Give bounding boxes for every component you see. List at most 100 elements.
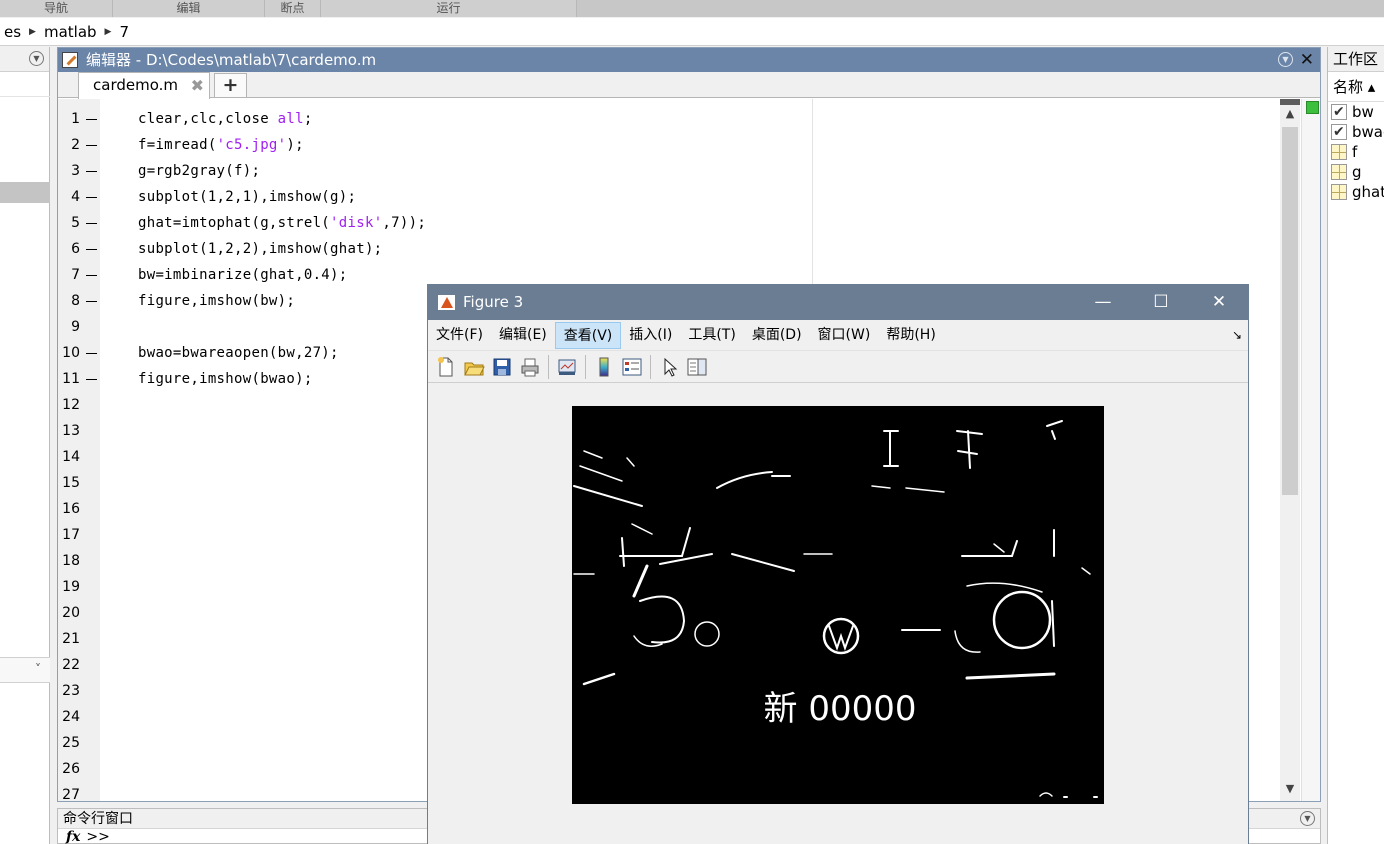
- print-icon[interactable]: [519, 356, 541, 378]
- figure-menu-item[interactable]: 编辑(E): [491, 322, 555, 349]
- workspace-name-column-header[interactable]: 名称 ▴: [1328, 72, 1384, 102]
- property-inspector-icon[interactable]: [686, 356, 708, 378]
- figure-canvas[interactable]: 新 00000: [428, 384, 1248, 844]
- code-line[interactable]: bw=imbinarize(ghat,0.4);: [138, 266, 348, 284]
- breakpoint-marker[interactable]: [86, 197, 97, 198]
- details-panel-toggle[interactable]: ˅: [0, 657, 50, 683]
- tab-close-icon[interactable]: ✖: [191, 73, 204, 98]
- figure-menu-item[interactable]: 工具(T): [680, 322, 743, 349]
- breakpoint-marker[interactable]: [86, 353, 97, 354]
- figure-window[interactable]: Figure 3 — ☐ ✕ 文件(F) 编辑(E) 查看(V) 插入(I) 工具(T)…: [427, 284, 1249, 844]
- close-icon[interactable]: ✕: [1190, 285, 1248, 320]
- code-token: f=imread(: [138, 137, 217, 153]
- line-number: 27: [62, 787, 80, 803]
- dock-icon[interactable]: ↘: [1232, 328, 1242, 342]
- toolbar-separator: [548, 354, 549, 379]
- open-file-icon[interactable]: [463, 356, 485, 378]
- toolstrip-section-run[interactable]: 运行: [321, 0, 577, 17]
- code-line[interactable]: subplot(1,2,1),imshow(g);: [138, 188, 356, 206]
- close-icon[interactable]: ✕: [1300, 48, 1314, 72]
- new-figure-icon[interactable]: [435, 356, 457, 378]
- code-token: ghat=imtophat(g,strel(: [138, 215, 331, 231]
- figure-menu-item[interactable]: 插入(I): [621, 322, 680, 349]
- breakpoint-marker[interactable]: [86, 275, 97, 276]
- address-segment[interactable]: matlab: [40, 23, 101, 41]
- workspace-variable-g[interactable]: g: [1328, 162, 1384, 182]
- legend-icon[interactable]: [621, 356, 643, 378]
- current-folder-selected-row[interactable]: [0, 182, 50, 203]
- workspace-variable-ghat[interactable]: ghat: [1328, 182, 1384, 202]
- panel-actions-icon[interactable]: ▼: [29, 51, 44, 66]
- minimize-icon[interactable]: —: [1074, 285, 1132, 320]
- breakpoint-marker[interactable]: [86, 223, 97, 224]
- matrix-variable-icon: [1331, 184, 1347, 200]
- save-icon[interactable]: [491, 356, 513, 378]
- editor-actions-icon[interactable]: ▼: [1278, 52, 1293, 67]
- figure-title-bar[interactable]: Figure 3 — ☐ ✕: [428, 285, 1248, 320]
- workspace-variable-bwao[interactable]: bwao: [1328, 122, 1384, 142]
- code-line[interactable]: clear,clc,close all;: [138, 110, 313, 128]
- code-analyzer-status-icon[interactable]: [1306, 101, 1319, 114]
- command-window-actions-icon[interactable]: ▼: [1300, 811, 1315, 826]
- breakpoint-marker[interactable]: [86, 249, 97, 250]
- toolstrip-filler: [577, 0, 1384, 17]
- code-line[interactable]: ghat=imtophat(g,strel('disk',7));: [138, 214, 426, 232]
- scroll-down-icon[interactable]: ▼: [1280, 782, 1300, 795]
- address-segment[interactable]: es: [0, 23, 25, 41]
- code-line[interactable]: bwao=bwareaopen(bw,27);: [138, 344, 339, 362]
- breakpoint-marker[interactable]: [86, 119, 97, 120]
- toolstrip-section-navigate[interactable]: 导航: [0, 0, 113, 17]
- code-token: subplot(1,2,1),imshow(g);: [138, 189, 357, 205]
- code-line[interactable]: f=imread('c5.jpg');: [138, 136, 304, 154]
- figure-menu-item[interactable]: 桌面(D): [744, 322, 810, 349]
- colorbar-icon[interactable]: [593, 356, 615, 378]
- code-line[interactable]: figure,imshow(bw);: [138, 292, 295, 310]
- workspace-variable-bw[interactable]: bw: [1328, 102, 1384, 122]
- code-token: subplot(1,2,2),imshow(ghat);: [138, 241, 383, 257]
- code-token: bw=imbinarize(ghat,0.4);: [138, 267, 348, 283]
- variable-name: bwao: [1352, 123, 1384, 141]
- breakpoint-marker[interactable]: [86, 171, 97, 172]
- address-bar[interactable]: es ▶ matlab ▶ 7: [0, 18, 1384, 46]
- line-number: 21: [62, 631, 80, 647]
- prompt-symbol: >>: [86, 829, 110, 844]
- code-line[interactable]: figure,imshow(bwao);: [138, 370, 313, 388]
- workspace-panel[interactable]: 工作区 名称 ▴ bw bwao fg ghat: [1327, 47, 1384, 844]
- current-folder-column-header[interactable]: [0, 73, 50, 97]
- new-tab-button[interactable]: +: [214, 73, 247, 98]
- string-token: all: [277, 111, 304, 127]
- line-number: 26: [62, 761, 80, 777]
- breakpoint-marker[interactable]: [86, 145, 97, 146]
- line-number: 19: [62, 579, 80, 595]
- code-line[interactable]: subplot(1,2,2),imshow(ghat);: [138, 240, 382, 258]
- address-segment[interactable]: 7: [115, 23, 133, 41]
- image-axes[interactable]: 新 00000: [572, 406, 1104, 804]
- scrollbar-thumb[interactable]: [1282, 127, 1298, 495]
- figure-menu-item[interactable]: 窗口(W): [810, 322, 879, 349]
- split-handle[interactable]: [1280, 99, 1300, 105]
- figure-menu-item[interactable]: 查看(V): [554, 321, 622, 349]
- editor-vertical-scrollbar[interactable]: ▲ ▼: [1280, 99, 1300, 801]
- workspace-variable-f[interactable]: f: [1328, 142, 1384, 162]
- editor-title-bar[interactable]: 编辑器 - D:\Codes\matlab\7\cardemo.m ▼ ✕: [58, 48, 1320, 72]
- figure-menu-item[interactable]: 文件(F): [428, 322, 491, 349]
- breakpoint-marker[interactable]: [86, 301, 97, 302]
- breakpoint-marker[interactable]: [86, 379, 97, 380]
- chevron-down-icon[interactable]: ˅: [35, 662, 41, 676]
- figure-menu-item[interactable]: 帮助(H): [878, 322, 943, 349]
- toolstrip-section-edit[interactable]: 编辑: [113, 0, 265, 17]
- link-plot-icon[interactable]: [556, 356, 578, 378]
- command-window-title: 命令行窗口: [63, 811, 133, 827]
- line-number: 23: [62, 683, 80, 699]
- toolstrip-section-breakpoints[interactable]: 断点: [265, 0, 321, 17]
- tab-cardemo[interactable]: cardemo.m ✖: [78, 72, 210, 99]
- scroll-up-icon[interactable]: ▲: [1280, 107, 1300, 120]
- edit-plot-pointer-icon[interactable]: [658, 356, 680, 378]
- current-folder-panel[interactable]: ▼ ˅: [0, 47, 50, 844]
- line-number: 24: [62, 709, 80, 725]
- code-line[interactable]: g=rgb2gray(f);: [138, 162, 260, 180]
- line-number: 4: [71, 189, 80, 205]
- code-token: clear,clc,close: [138, 111, 278, 127]
- maximize-icon[interactable]: ☐: [1132, 285, 1190, 320]
- fx-icon[interactable]: fx: [66, 829, 80, 844]
